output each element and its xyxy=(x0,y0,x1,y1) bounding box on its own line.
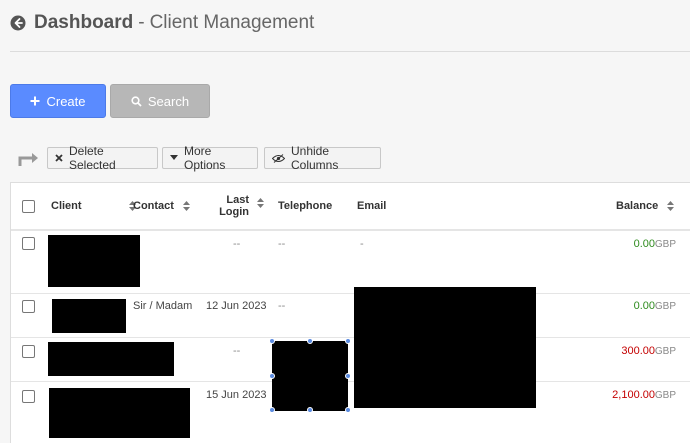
column-balance-label: Balance xyxy=(616,200,659,212)
redacted-client-name xyxy=(48,235,140,287)
header-divider xyxy=(10,51,690,52)
telephone-cell: -- xyxy=(278,300,286,312)
back-arrow-circle-icon[interactable] xyxy=(10,15,26,31)
resize-handle[interactable] xyxy=(269,407,275,413)
bulk-arrow-icon xyxy=(18,153,38,166)
resize-handle[interactable] xyxy=(307,338,313,344)
caret-down-icon xyxy=(170,155,178,161)
contact-cell: Sir / Madam xyxy=(133,300,193,312)
column-last-login-label-2: Login xyxy=(219,206,249,218)
select-all-checkbox[interactable] xyxy=(22,200,35,213)
currency-label: GBP xyxy=(654,239,676,250)
column-last-login[interactable]: Last Login xyxy=(209,194,249,218)
delete-selected-button[interactable]: Delete Selected xyxy=(47,144,158,172)
column-last-login-label-1: Last xyxy=(226,194,249,206)
table-row[interactable]: -- -- - 0.00 GBP xyxy=(11,231,690,294)
resize-handle[interactable] xyxy=(269,338,275,344)
search-icon xyxy=(131,95,142,107)
more-options-label: More Options xyxy=(184,144,226,172)
eye-slash-icon xyxy=(272,153,285,163)
currency-label: GBP xyxy=(654,390,676,401)
column-email[interactable]: Email xyxy=(357,200,386,212)
balance-cell: 0.00 xyxy=(633,238,655,250)
last-login-cell: -- xyxy=(233,345,241,357)
sort-icon[interactable] xyxy=(183,201,191,212)
redacted-client-name xyxy=(49,388,190,438)
email-cell: - xyxy=(360,238,364,250)
close-icon xyxy=(55,154,63,162)
clients-table: Client Contact Last Login Telephone Emai… xyxy=(10,182,690,443)
search-button[interactable]: Search xyxy=(110,84,210,118)
row-checkbox[interactable] xyxy=(22,390,35,403)
last-login-cell: -- xyxy=(233,238,241,250)
column-contact[interactable]: Contact xyxy=(133,200,191,212)
row-checkbox[interactable] xyxy=(22,345,35,358)
more-options-button[interactable]: More Options xyxy=(162,144,258,172)
table-header: Client Contact Last Login Telephone Emai… xyxy=(11,183,690,231)
resize-handle[interactable] xyxy=(345,373,351,379)
telephone-cell: -- xyxy=(278,238,286,250)
currency-label: GBP xyxy=(654,346,676,357)
column-telephone[interactable]: Telephone xyxy=(278,200,332,212)
page-title: Dashboard xyxy=(34,12,134,33)
plus-icon xyxy=(30,96,40,106)
create-button-label: Create xyxy=(46,93,86,109)
table-row[interactable]: Sir / Madam 12 Jun 2023 -- 0.00 GBP xyxy=(11,293,690,338)
balance-cell: 2,100.00 xyxy=(612,389,655,401)
redacted-email-block xyxy=(354,287,536,408)
unhide-columns-button[interactable]: Unhide Columns xyxy=(264,144,381,172)
row-checkbox[interactable] xyxy=(22,237,35,250)
currency-label: GBP xyxy=(654,301,676,312)
redacted-telephone-block[interactable] xyxy=(272,341,348,411)
resize-handle[interactable] xyxy=(345,338,351,344)
column-client-label: Client xyxy=(51,200,82,212)
last-login-cell: 12 Jun 2023 xyxy=(206,300,267,312)
balance-cell: 300.00 xyxy=(621,345,655,357)
page-subtitle: Client Management xyxy=(149,12,315,33)
title-separator: - xyxy=(138,12,145,33)
sort-icon[interactable] xyxy=(667,201,675,212)
row-checkbox[interactable] xyxy=(22,300,35,313)
column-contact-label: Contact xyxy=(133,200,174,212)
column-client[interactable]: Client xyxy=(51,200,136,212)
delete-selected-label: Delete Selected xyxy=(69,144,116,172)
column-balance[interactable]: Balance xyxy=(616,200,675,212)
last-login-cell: 15 Jun 2023 xyxy=(206,389,267,401)
redacted-client-name xyxy=(52,299,126,333)
redacted-client-name xyxy=(48,342,174,376)
page-header: Dashboard - Client Management xyxy=(10,8,314,38)
unhide-columns-label: Unhide Columns xyxy=(291,144,339,172)
create-button[interactable]: Create xyxy=(10,84,106,118)
resize-handle[interactable] xyxy=(345,407,351,413)
sort-icon[interactable] xyxy=(257,198,264,208)
search-button-label: Search xyxy=(147,93,190,109)
resize-handle[interactable] xyxy=(307,407,313,413)
resize-handle[interactable] xyxy=(269,373,275,379)
balance-cell: 0.00 xyxy=(633,300,655,312)
